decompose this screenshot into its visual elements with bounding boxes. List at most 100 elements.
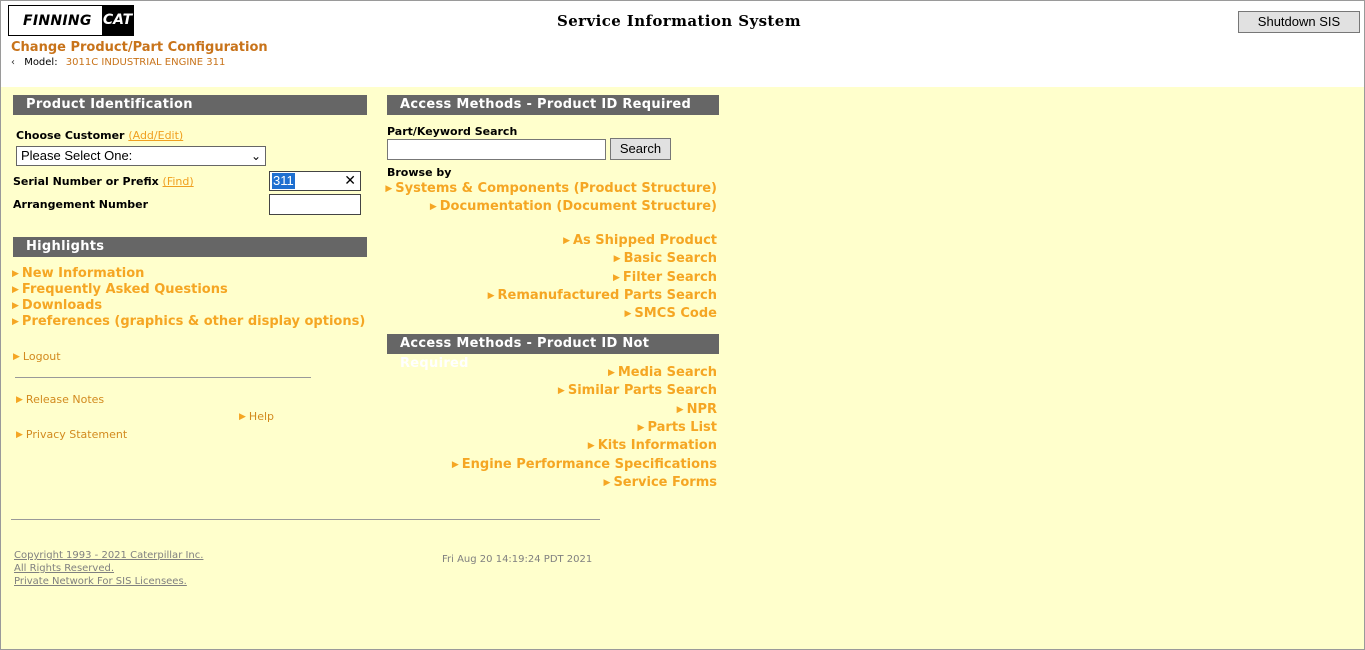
arrow-right-icon: ▶ [16, 395, 23, 405]
arrow-right-icon: ▶ [557, 386, 565, 396]
choose-customer-text: Choose Customer [16, 129, 125, 142]
arrow-right-icon: ▶ [603, 478, 611, 488]
arrow-right-icon: ▶ [16, 430, 23, 440]
logo-finning-text: FINNING [23, 13, 92, 29]
help-link[interactable]: ▶ Help [239, 410, 274, 423]
smcs-code-label: SMCS Code [634, 306, 717, 321]
access-required-heading: Access Methods - Product ID Required [387, 95, 719, 115]
media-search-label: Media Search [617, 365, 717, 380]
new-information-label: New Information [21, 266, 145, 281]
choose-customer-label: Choose Customer (Add/Edit) [16, 129, 183, 142]
arrangement-number-label: Arrangement Number [13, 198, 149, 211]
customer-select-value: Please Select One: [21, 148, 133, 163]
kits-information-label: Kits Information [597, 438, 717, 453]
release-notes-label: Release Notes [25, 393, 105, 406]
arrow-right-icon: ▶ [451, 460, 459, 470]
as-shipped-product-link[interactable]: ▶ As Shipped Product [563, 233, 717, 248]
copyright-link[interactable]: Copyright 1993 - 2021 Caterpillar Inc. [14, 550, 203, 561]
kits-information-link[interactable]: ▶ Kits Information [588, 438, 717, 453]
chevron-left-icon[interactable]: ‹ [11, 57, 21, 68]
parts-list-link[interactable]: ▶ Parts List [638, 420, 717, 435]
browse-systems-components-label: Systems & Components (Product Structure) [395, 181, 717, 196]
footer-copyright: Copyright 1993 - 2021 Caterpillar Inc. A… [14, 549, 203, 588]
arrow-right-icon: ▶ [637, 423, 645, 433]
model-line: ‹ Model: 3011C INDUSTRIAL ENGINE 311 [11, 57, 225, 68]
downloads-label: Downloads [21, 298, 103, 313]
logout-link[interactable]: ▶ Logout [13, 350, 61, 363]
smcs-code-link[interactable]: ▶ SMCS Code [625, 306, 718, 321]
npr-label: NPR [686, 402, 717, 417]
footer-timestamp: Fri Aug 20 14:19:24 PDT 2021 [442, 554, 593, 565]
browse-documentation-label: Documentation (Document Structure) [439, 199, 717, 214]
arrow-right-icon: ▶ [385, 184, 393, 194]
service-forms-label: Service Forms [613, 475, 717, 490]
service-forms-link[interactable]: ▶ Service Forms [604, 475, 717, 490]
arrow-right-icon: ▶ [676, 405, 684, 415]
basic-search-link[interactable]: ▶ Basic Search [614, 251, 717, 266]
arrow-right-icon: ▶ [563, 236, 570, 246]
page-title: Service Information System [557, 12, 801, 30]
preferences-label: Preferences (graphics & other display op… [21, 314, 366, 329]
arrow-right-icon: ▶ [429, 202, 437, 212]
as-shipped-product-label: As Shipped Product [572, 233, 717, 248]
arrow-right-icon: ▶ [587, 441, 595, 451]
product-identification-heading: Product Identification [13, 95, 367, 115]
privacy-statement-link[interactable]: ▶ Privacy Statement [16, 428, 127, 441]
npr-link[interactable]: ▶ NPR [677, 402, 717, 417]
faq-label: Frequently Asked Questions [21, 282, 228, 297]
reman-parts-search-link[interactable]: ▶ Remanufactured Parts Search [488, 288, 717, 303]
chevron-down-icon: ⌄ [250, 149, 261, 163]
rights-link[interactable]: All Rights Reserved. [14, 563, 114, 574]
shutdown-button[interactable]: Shutdown SIS [1238, 11, 1360, 33]
serial-number-label: Serial Number or Prefix (Find) [13, 175, 194, 188]
access-not-required-heading: Access Methods - Product ID Not Required [387, 334, 719, 371]
filter-search-label: Filter Search [622, 270, 717, 285]
release-notes-link[interactable]: ▶ Release Notes [16, 393, 104, 406]
finning-cat-logo: FINNING CAT [8, 5, 134, 36]
clear-icon[interactable]: ✕ [344, 172, 356, 189]
arrow-right-icon: ▶ [624, 309, 632, 319]
basic-search-label: Basic Search [623, 251, 717, 266]
help-label: Help [248, 410, 274, 423]
arrow-right-icon: ▶ [12, 285, 19, 295]
arrow-right-icon: ▶ [239, 412, 246, 422]
serial-number-text: Serial Number or Prefix [13, 175, 159, 188]
arrow-right-icon: ▶ [12, 301, 19, 311]
model-value: 3011C INDUSTRIAL ENGINE 311 [65, 57, 226, 68]
search-button[interactable]: Search [610, 138, 671, 160]
downloads-link[interactable]: ▶ Downloads [12, 298, 102, 313]
footer-divider [11, 519, 600, 520]
serial-number-input[interactable]: 311 ✕ [269, 171, 361, 191]
filter-search-link[interactable]: ▶ Filter Search [613, 270, 717, 285]
highlights-heading: Highlights [13, 237, 367, 257]
private-network-link[interactable]: Private Network For SIS Licensees. [14, 576, 187, 587]
arrow-right-icon: ▶ [13, 352, 20, 362]
new-information-link[interactable]: ▶ New Information [12, 266, 144, 281]
find-serial-link[interactable]: (Find) [163, 175, 194, 188]
customer-select[interactable]: Please Select One: ⌄ [16, 146, 266, 166]
arrow-right-icon: ▶ [612, 273, 620, 283]
logout-label: Logout [22, 350, 61, 363]
add-edit-customer-link[interactable]: (Add/Edit) [128, 129, 183, 142]
change-configuration-link[interactable]: Change Product/Part Configuration [11, 40, 268, 55]
preferences-link[interactable]: ▶ Preferences (graphics & other display o… [12, 314, 365, 329]
keyword-search-input[interactable] [387, 139, 606, 160]
browse-by-label: Browse by [387, 166, 452, 179]
browse-systems-components-link[interactable]: ▶ Systems & Components (Product Structure… [385, 181, 717, 196]
media-search-link[interactable]: ▶ Media Search [608, 365, 717, 380]
faq-link[interactable]: ▶ Frequently Asked Questions [12, 282, 228, 297]
arrow-right-icon: ▶ [12, 269, 19, 279]
browse-documentation-link[interactable]: ▶ Documentation (Document Structure) [430, 199, 717, 214]
parts-list-label: Parts List [647, 420, 717, 435]
divider [15, 377, 311, 378]
engine-performance-specs-link[interactable]: ▶ Engine Performance Specifications [452, 457, 717, 472]
similar-parts-search-link[interactable]: ▶ Similar Parts Search [558, 383, 717, 398]
model-label: Model: [24, 57, 58, 68]
similar-parts-search-label: Similar Parts Search [567, 383, 717, 398]
logo-cat-text: CAT [102, 6, 133, 35]
arrangement-number-input[interactable] [269, 194, 361, 215]
arrow-right-icon: ▶ [487, 291, 495, 301]
reman-parts-search-label: Remanufactured Parts Search [497, 288, 717, 303]
arrow-right-icon: ▶ [607, 368, 615, 378]
engine-performance-specs-label: Engine Performance Specifications [461, 457, 717, 472]
